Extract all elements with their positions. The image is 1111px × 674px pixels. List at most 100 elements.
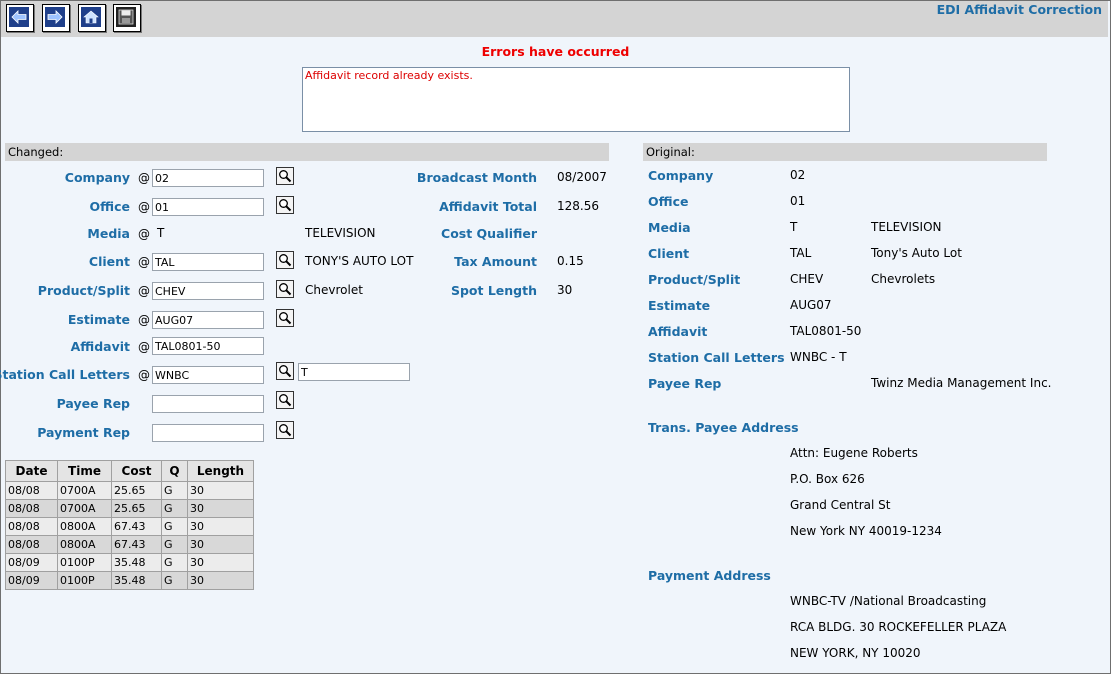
table-cell: 30 [187,481,254,500]
orig-client-value: TAL [790,246,812,260]
client-name: TONY'S AUTO LOT [305,254,414,268]
table-cell: 25.65 [111,481,162,500]
affidavit-input[interactable] [152,337,264,355]
table-row[interactable]: 08/08 0700A 25.65 G 30 [5,481,254,500]
orig-affidavit-value: TAL0801-50 [790,324,862,338]
office-label: Office [89,199,130,214]
column-header: Time [57,460,112,482]
magnifier-icon [279,365,292,378]
orig-media-value: T [790,220,798,234]
magnifier-icon [279,170,292,183]
column-header: Date [5,460,58,482]
payment-address-line: RCA BLDG. 30 ROCKEFELLER PLAZA [790,620,1007,634]
orig-company-value: 02 [790,168,806,182]
broadcast-month-label: Broadcast Month [416,170,537,185]
table-cell: G [161,553,188,572]
estimate-input[interactable] [152,311,264,329]
station-band-input[interactable] [298,363,410,381]
orig-client-label: Client [648,246,690,261]
orig-company-label: Company [648,168,714,183]
wildcard-marker: @ [138,200,150,214]
orig-media-name: TELEVISION [871,220,942,234]
error-title: Errors have occurred [481,44,630,59]
table-cell: 08/08 [5,481,58,500]
table-row[interactable]: 08/09 0100P 35.48 G 30 [5,553,254,572]
table-cell: 30 [187,571,254,590]
app-title: EDI Affidavit Correction [936,2,1102,17]
wildcard-marker: @ [138,284,150,298]
table-cell: 30 [187,517,254,536]
table-row[interactable]: 08/09 0100P 35.48 G 30 [5,571,254,590]
payee-rep-lookup-button[interactable] [276,391,294,409]
forward-button[interactable] [42,4,70,32]
spot-length-label: Spot Length [450,283,537,298]
product-input[interactable] [152,282,264,300]
orig-media-label: Media [648,220,691,235]
column-header: Q [161,460,188,482]
company-input[interactable] [152,169,264,187]
client-lookup-button[interactable] [276,251,294,269]
station-label: Station Call Letters [0,367,130,382]
company-lookup-button[interactable] [276,167,294,185]
table-cell: 08/08 [5,535,58,554]
table-cell: G [161,499,188,518]
table-cell: 08/08 [5,517,58,536]
save-icon [116,7,136,27]
product-label: Product/Split [37,283,130,298]
product-name: Chevrolet [305,283,363,297]
column-header: Length [187,460,254,482]
payment-rep-lookup-button[interactable] [276,421,294,439]
payment-rep-label: Payment Rep [37,425,130,440]
station-lookup-button[interactable] [276,362,294,380]
orig-payee-rep-value: Twinz Media Management Inc. [871,376,1052,390]
home-button[interactable] [78,4,106,32]
orig-affidavit-label: Affidavit [648,324,708,339]
affidavit-label: Affidavit [70,339,130,354]
payee-rep-input[interactable] [152,395,264,413]
office-lookup-button[interactable] [276,196,294,214]
station-input[interactable] [152,366,264,384]
save-button[interactable] [113,4,141,32]
error-message-box: Affidavit record already exists. [302,67,850,132]
broadcast-month-value: 08/2007 [557,170,607,184]
product-lookup-button[interactable] [276,280,294,298]
table-cell: 0100P [57,553,112,572]
payment-address-line: NEW YORK, NY 10020 [790,646,921,660]
orig-product-label: Product/Split [648,272,741,287]
table-cell: 35.48 [111,553,162,572]
table-cell: 0800A [57,517,112,536]
original-section-header: Original: [643,143,1047,161]
table-row[interactable]: 08/08 0800A 67.43 G 30 [5,517,254,536]
changed-section-header: Changed: [5,143,609,161]
table-header-row: Date Time Cost Q Length [5,460,254,482]
back-button[interactable] [6,4,34,32]
spots-table: Date Time Cost Q Length 08/08 0700A 25.6… [5,460,254,590]
table-cell: 08/08 [5,499,58,518]
orig-client-name: Tony's Auto Lot [871,246,962,260]
tax-amount-value: 0.15 [557,254,584,268]
spot-length-value: 30 [557,283,573,297]
office-input[interactable] [152,198,264,216]
estimate-lookup-button[interactable] [276,309,294,327]
table-cell: G [161,517,188,536]
client-input[interactable] [152,253,264,271]
arrow-left-icon [9,7,29,27]
orig-station-value: WNBC - T [790,350,847,364]
affidavit-total-value: 128.56 [557,199,599,213]
orig-station-label: Station Call Letters [648,350,785,365]
orig-payment-address-label: Payment Address [648,568,771,583]
column-header: Cost [111,460,162,482]
table-cell: 30 [187,553,254,572]
table-row[interactable]: 08/08 0700A 25.65 G 30 [5,499,254,518]
orig-product-value: CHEV [790,272,824,286]
table-cell: 08/09 [5,571,58,590]
payment-rep-input[interactable] [152,424,264,442]
magnifier-icon [279,199,292,212]
wildcard-marker: @ [138,340,150,354]
payment-address-line: WNBC-TV /National Broadcasting [790,594,987,608]
table-cell: G [161,535,188,554]
table-row[interactable]: 08/08 0800A 67.43 G 30 [5,535,254,554]
magnifier-icon [279,254,292,267]
media-name: TELEVISION [305,226,376,240]
wildcard-marker: @ [138,227,150,241]
